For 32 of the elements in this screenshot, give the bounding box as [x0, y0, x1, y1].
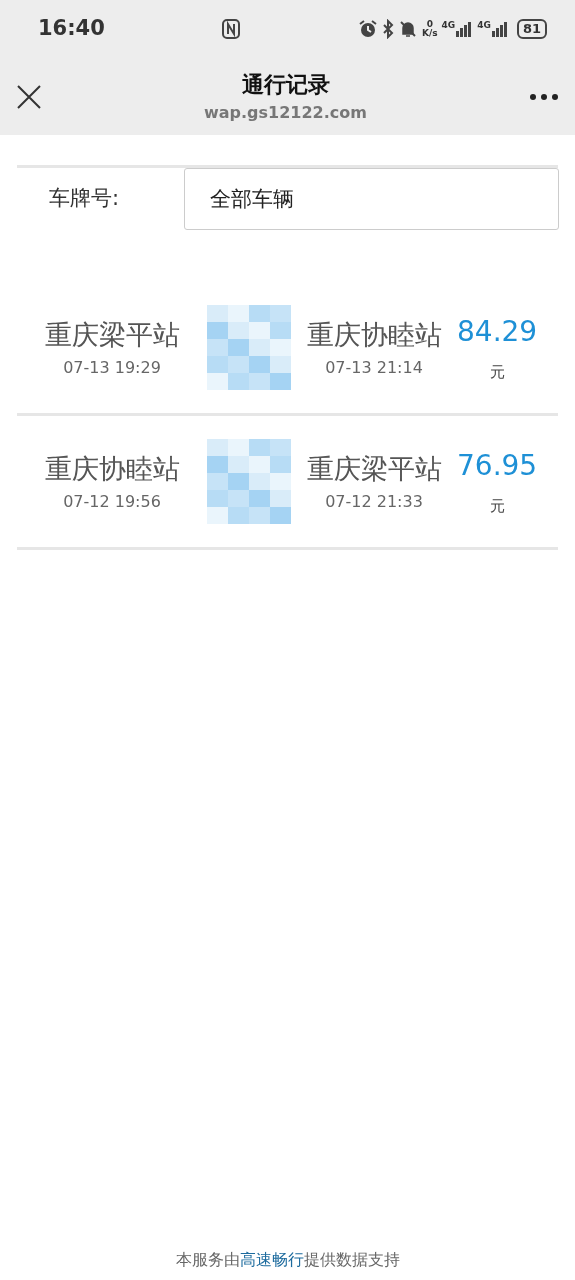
currency-unit: 元: [489, 496, 505, 518]
page-url: wap.gs12122.com: [204, 102, 367, 124]
alarm-icon: [357, 19, 378, 39]
network-type: 4G: [441, 21, 456, 30]
plate-select[interactable]: 全部车辆: [184, 168, 559, 230]
close-icon[interactable]: [16, 83, 42, 110]
exit-station: 重庆协睦站: [306, 318, 442, 353]
exit-station: 重庆梁平站: [306, 452, 442, 487]
currency-unit: 元: [489, 362, 505, 384]
entry-time: 07-13 19:29: [63, 356, 161, 379]
entry-time: 07-12 19:56: [63, 490, 161, 513]
exit-time: 07-13 21:14: [325, 356, 423, 379]
toll-amount: 84.29: [457, 314, 538, 351]
nfc-icon: [222, 19, 241, 39]
entry-station: 重庆梁平站: [44, 318, 180, 353]
footer-note: 本服务由高速畅行提供数据支持: [174, 1249, 401, 1271]
network-type: 4G: [477, 21, 491, 30]
entry-station: 重庆协睦站: [44, 452, 180, 487]
exit-time: 07-12 21:33: [325, 490, 423, 513]
muted-bell-icon: [397, 19, 418, 39]
bluetooth-icon: [381, 19, 394, 39]
signal-icon: [490, 21, 509, 37]
more-icon[interactable]: [529, 92, 559, 101]
plate-label: 车牌号:: [48, 185, 121, 213]
speed-value: 0: [426, 20, 433, 29]
toll-amount: 76.95: [457, 448, 538, 485]
provider-link[interactable]: 高速畅行: [239, 1250, 304, 1269]
page-title: 通行记录: [241, 71, 330, 99]
battery-level: 81: [516, 19, 547, 39]
speed-unit: K/s: [421, 29, 438, 38]
signal-icon: [455, 21, 474, 37]
status-time: 16:40: [38, 15, 105, 43]
